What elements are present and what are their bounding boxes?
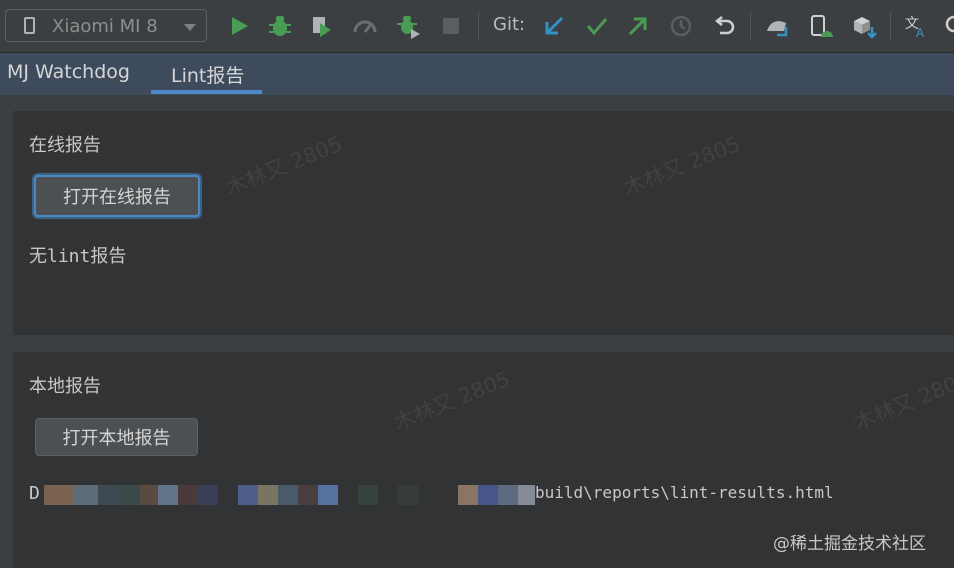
git-commit-icon[interactable]: [584, 13, 610, 39]
stop-icon[interactable]: [438, 13, 464, 39]
profile-icon[interactable]: [352, 13, 378, 39]
toolbar-separator: [750, 12, 751, 41]
git-update-icon[interactable]: [541, 13, 567, 39]
git-label: Git:: [493, 14, 526, 35]
device-label: Xiaomi MI 8: [52, 16, 158, 37]
history-icon[interactable]: [668, 13, 694, 39]
online-report-title: 在线报告: [29, 135, 101, 156]
phone-icon: [24, 17, 35, 34]
site-watermark: @稀土掘金技术社区: [773, 534, 926, 554]
toolbar-separator: [478, 12, 479, 41]
coverage-icon[interactable]: [308, 13, 334, 39]
translate-icon[interactable]: 文A: [903, 13, 929, 39]
rollback-icon[interactable]: [711, 13, 737, 39]
local-report-path-prefix: D: [29, 483, 40, 504]
active-tab-indicator: [151, 90, 262, 94]
attach-debugger-icon[interactable]: [395, 13, 421, 39]
chevron-down-icon: [184, 24, 196, 31]
device-manager-icon[interactable]: [808, 13, 834, 39]
sdk-manager-icon[interactable]: [851, 13, 877, 39]
toolbar-separator: [890, 12, 891, 41]
open-online-report-button[interactable]: 打开在线报告: [34, 175, 200, 217]
debug-icon[interactable]: [267, 13, 293, 39]
online-report-panel: 在线报告 打开在线报告 无lint报告: [13, 111, 954, 335]
svg-text:A: A: [916, 26, 925, 39]
tab-mj-watchdog[interactable]: MJ Watchdog: [7, 61, 130, 83]
run-icon[interactable]: [226, 13, 252, 39]
tab-lint-report[interactable]: Lint报告: [171, 61, 244, 88]
local-report-title: 本地报告: [29, 376, 101, 397]
local-report-path: build\reports\lint-results.html: [535, 483, 834, 502]
sync-gradle-icon[interactable]: [764, 13, 790, 39]
device-selector[interactable]: Xiaomi MI 8: [5, 9, 207, 42]
tool-window-tab-bar: MJ Watchdog Lint报告: [0, 53, 954, 95]
open-local-report-button[interactable]: 打开本地报告: [35, 418, 198, 456]
main-toolbar: Xiaomi MI 8 Git: 文A: [0, 0, 954, 53]
git-push-icon[interactable]: [625, 13, 651, 39]
search-icon[interactable]: [944, 13, 954, 39]
online-report-status: 无lint报告: [29, 246, 127, 267]
